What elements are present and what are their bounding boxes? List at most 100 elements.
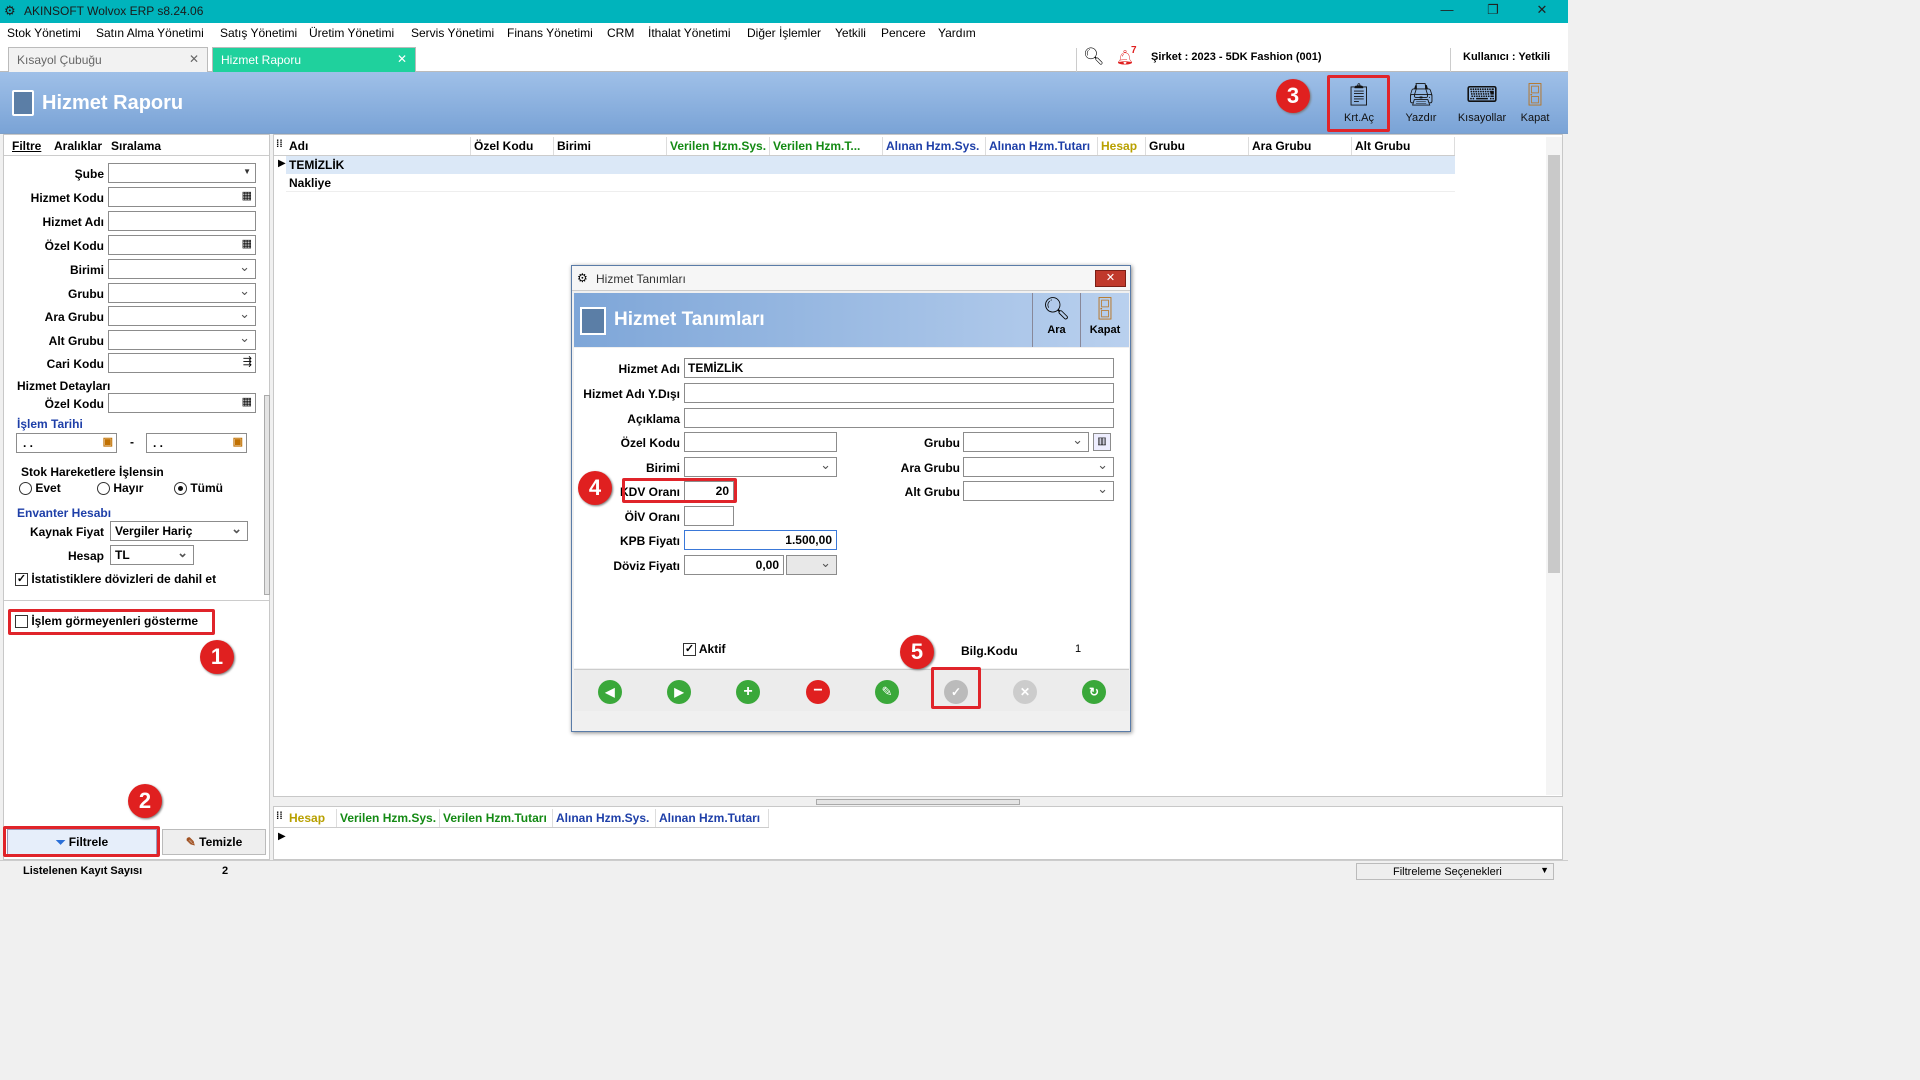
lookup-icon[interactable]: ▦ <box>242 237 252 250</box>
kpb-field[interactable]: 1.500,00 <box>684 530 837 550</box>
cari-kodu-input[interactable]: ⇶ <box>108 353 256 373</box>
hesap-select[interactable]: TL <box>110 545 194 565</box>
delete-record-icon[interactable]: − <box>806 680 830 704</box>
edit-record-icon[interactable]: ✎ <box>875 680 899 704</box>
save-record-icon[interactable]: ✓ <box>944 680 968 704</box>
restore-button[interactable]: ❐ <box>1478 2 1508 20</box>
search-button[interactable]: 🔍︎ Ara <box>1032 293 1080 347</box>
tab-araliklar[interactable]: Aralıklar <box>54 139 102 153</box>
grubu-field[interactable] <box>963 432 1089 452</box>
menu-item-yardim[interactable]: Yardım <box>938 26 976 40</box>
minimize-button[interactable]: — <box>1432 2 1462 20</box>
panel-splitter[interactable] <box>264 395 270 595</box>
hizmet-adi-field[interactable]: TEMİZLİK <box>684 358 1114 378</box>
menu-item-uretim[interactable]: Üretim Yönetimi <box>309 26 394 40</box>
col-grubu[interactable]: Grubu <box>1146 137 1249 155</box>
date-to-input[interactable]: . . ▣ <box>146 433 247 453</box>
cancel-record-icon[interactable]: ✕ <box>1013 680 1037 704</box>
col-hesap[interactable]: Hesap <box>1098 137 1146 155</box>
close-icon[interactable]: ✕ <box>189 52 199 66</box>
stats-checkbox[interactable]: ✓ İstatistiklere dövizleri de dahil et <box>15 572 216 587</box>
ozel-kodu-field[interactable] <box>684 432 837 452</box>
menu-item-crm[interactable]: CRM <box>607 26 634 40</box>
col-alinan-sys[interactable]: Alınan Hzm.Sys. <box>883 137 986 155</box>
hizmet-kodu-input[interactable]: ▦ <box>108 187 256 207</box>
table-row[interactable] <box>286 174 1455 192</box>
alt-grubu-select[interactable] <box>108 330 256 350</box>
close-icon[interactable]: ✕ <box>397 52 407 66</box>
shortcuts-button[interactable]: ⌨︎ Kısayollar <box>1452 76 1512 130</box>
oiv-field[interactable] <box>684 506 734 526</box>
filter-options-dropdown[interactable]: Filtreleme Seçenekleri ▼ <box>1356 863 1554 880</box>
menu-item-pencere[interactable]: Pencere <box>881 26 926 40</box>
menu-item-yetkili[interactable]: Yetkili <box>835 26 866 40</box>
menu-item-finans[interactable]: Finans Yönetimi <box>507 26 593 40</box>
dialog-close-tool-button[interactable]: 🚪︎ Kapat <box>1080 293 1129 347</box>
add-record-icon[interactable]: + <box>736 680 760 704</box>
tab-filtre[interactable]: Filtre <box>12 139 41 153</box>
hizmet-adi-ydisi-field[interactable] <box>684 383 1114 403</box>
next-record-icon[interactable]: ▶ <box>667 680 691 704</box>
sum-col-verilen-tutar[interactable]: Verilen Hzm.Tutarı <box>440 809 553 827</box>
menu-item-servis[interactable]: Servis Yönetimi <box>411 26 494 40</box>
menu-item-ithalat[interactable]: İthalat Yönetimi <box>648 26 731 40</box>
menu-item-satin-alma[interactable]: Satın Alma Yönetimi <box>96 26 204 40</box>
lookup-icon[interactable]: ⇶ <box>243 355 252 368</box>
col-ara-grubu[interactable]: Ara Grubu <box>1249 137 1352 155</box>
hizmet-adi-input[interactable] <box>108 211 256 231</box>
open-card-button[interactable]: 📋︎ Krt.Aç <box>1329 76 1389 130</box>
tab-siralama[interactable]: Sıralama <box>111 139 161 153</box>
refresh-icon[interactable]: ↻ <box>1082 680 1106 704</box>
col-birimi[interactable]: Birimi <box>554 137 667 155</box>
sum-col-alinan-tutar[interactable]: Alınan Hzm.Tutarı <box>656 809 769 827</box>
radio-evet[interactable]: Evet <box>19 481 61 496</box>
tab-kisayol-cubugu[interactable]: Kısayol Çubuğu ✕ <box>8 47 208 72</box>
kaynak-fiyat-select[interactable]: Vergiler Hariç <box>110 521 248 541</box>
clear-button[interactable]: ✎ Temizle <box>162 829 266 855</box>
date-from-input[interactable]: . . ▣ <box>16 433 117 453</box>
sube-select[interactable] <box>108 163 256 183</box>
sum-col-verilen-sys[interactable]: Verilen Hzm.Sys. <box>337 809 440 827</box>
filter-button[interactable]: ⏷ Filtrele <box>7 829 157 855</box>
radio-hayir[interactable]: Hayır <box>97 481 143 496</box>
search-icon[interactable]: 🔍︎ <box>1083 47 1105 67</box>
menu-item-diger[interactable]: Diğer İşlemler <box>747 26 821 40</box>
kdv-field[interactable]: 20 <box>684 481 734 501</box>
menu-item-stok[interactable]: Stok Yönetimi <box>7 26 81 40</box>
vertical-scrollbar[interactable] <box>1546 137 1562 795</box>
lookup-icon[interactable]: ▦ <box>242 395 252 408</box>
birimi-select[interactable] <box>108 259 256 279</box>
birimi-field[interactable] <box>684 457 837 477</box>
calendar-icon[interactable]: ▣ <box>103 435 113 448</box>
detail-ozel-kodu-input[interactable]: ▦ <box>108 393 256 413</box>
aktif-checkbox[interactable]: ✓ Aktif <box>683 642 726 657</box>
dialog-close-button[interactable]: ✕ <box>1095 270 1126 287</box>
ozel-kodu-input[interactable]: ▦ <box>108 235 256 255</box>
print-button[interactable]: 🖨︎ Yazdır <box>1391 76 1451 130</box>
ara-grubu-select[interactable] <box>108 306 256 326</box>
table-row[interactable] <box>286 156 1455 174</box>
col-verilen-sys[interactable]: Verilen Hzm.Sys. <box>667 137 770 155</box>
radio-tumu[interactable]: Tümü <box>174 481 223 496</box>
calendar-icon[interactable]: ▣ <box>233 435 243 448</box>
group-list-button[interactable]: ▥ <box>1093 433 1111 451</box>
col-ozel-kodu[interactable]: Özel Kodu <box>471 137 554 155</box>
grid-menu-icon[interactable]: ⁞⁞ <box>276 139 283 150</box>
close-window-button[interactable]: ✕ <box>1527 2 1557 20</box>
grid-splitter[interactable] <box>816 799 1020 805</box>
grid-menu-icon[interactable]: ⁞⁞ <box>276 811 283 822</box>
alt-grubu-field[interactable] <box>963 481 1114 501</box>
aciklama-field[interactable] <box>684 408 1114 428</box>
lookup-icon[interactable]: ▦ <box>242 189 252 202</box>
close-report-button[interactable]: 🚪︎ Kapat <box>1505 76 1565 130</box>
doviz-field[interactable]: 0,00 <box>684 555 784 575</box>
col-verilen-tutar[interactable]: Verilen Hzm.T... <box>770 137 883 155</box>
tab-hizmet-raporu[interactable]: Hizmet Raporu ✕ <box>212 47 416 72</box>
hide-unused-checkbox[interactable]: İşlem görmeyenleri gösterme <box>15 614 198 629</box>
ara-grubu-field[interactable] <box>963 457 1114 477</box>
col-alinan-tutar[interactable]: Alınan Hzm.Tutarı <box>986 137 1098 155</box>
col-alt-grubu[interactable]: Alt Grubu <box>1352 137 1455 155</box>
grubu-select[interactable] <box>108 283 256 303</box>
previous-record-icon[interactable]: ◀ <box>598 680 622 704</box>
sum-col-alinan-sys[interactable]: Alınan Hzm.Sys. <box>553 809 656 827</box>
